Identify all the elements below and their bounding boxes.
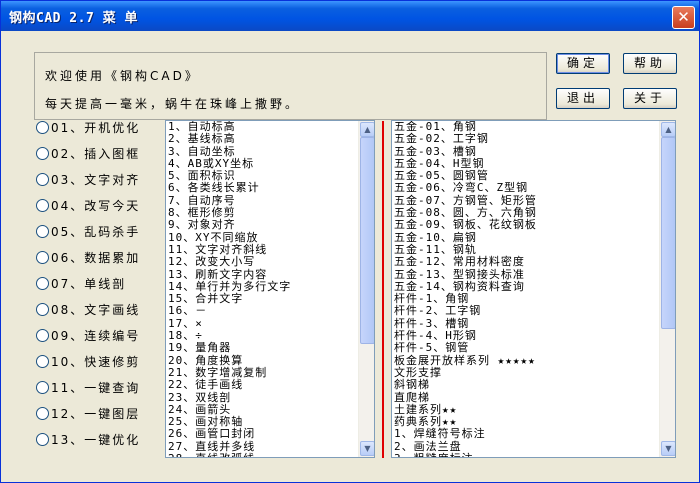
- list-item[interactable]: 五金-09、钢板、花纹钢板: [394, 219, 659, 232]
- radio-option[interactable]: 02、插入图框: [36, 145, 140, 165]
- radio-icon: [36, 355, 49, 368]
- radio-icon: [36, 121, 49, 134]
- drawing-tools-list[interactable]: 1、自动标高 2、基线标高 3、自动坐标 4、AB或XY坐标 5、面积标识 6、各类线长累…: [165, 120, 375, 458]
- list-item[interactable]: 杆件-5、钢管: [394, 342, 659, 355]
- scroll-down-icon[interactable]: ▼: [661, 441, 675, 456]
- scroll-down-icon[interactable]: ▼: [360, 441, 374, 456]
- motto-text: 每天提高一毫米，蜗牛在珠峰上撒野。: [45, 97, 301, 111]
- list-item[interactable]: 1、焊缝符号标注: [394, 428, 659, 441]
- list-item[interactable]: 28、直线改弧线: [168, 452, 358, 457]
- radio-option[interactable]: 06、数据累加: [36, 249, 140, 269]
- radio-icon: [36, 147, 49, 160]
- steel-data-items: 五金-01、角钢 五金-02、工字钢 五金-03、槽钢 五金-04、H型钢 五金-05、…: [394, 121, 659, 457]
- radio-option[interactable]: 05、乱码杀手: [36, 223, 140, 243]
- list-item[interactable]: 五金-02、工字钢: [394, 132, 659, 145]
- list-item[interactable]: 五金-06、冷弯C、Z型钢: [394, 182, 659, 195]
- list-item[interactable]: 五金-13、型钢接头标准: [394, 268, 659, 281]
- divider-line: [382, 121, 384, 458]
- help-button[interactable]: 帮助: [623, 53, 677, 74]
- radio-icon: [36, 433, 49, 446]
- list-item[interactable]: 26、画管口封闭: [168, 428, 358, 441]
- list-item[interactable]: 杆件-2、工字钢: [394, 305, 659, 318]
- list-item[interactable]: 12、改变大小写: [168, 255, 358, 268]
- radio-option[interactable]: 07、单线剖: [36, 275, 126, 295]
- list-item[interactable]: 13、刷新文字内容: [168, 268, 358, 281]
- radio-option[interactable]: 10、快速修剪: [36, 353, 140, 373]
- radio-icon: [36, 407, 49, 420]
- close-icon: ✕: [677, 8, 690, 26]
- radio-icon: [36, 303, 49, 316]
- ok-button[interactable]: 确定: [556, 53, 610, 74]
- scroll-up-icon[interactable]: ▲: [661, 122, 675, 137]
- scroll-up-icon[interactable]: ▲: [360, 122, 374, 137]
- list-item[interactable]: 斜钢梯: [394, 378, 659, 391]
- main-window: 钢构CAD 2.7 菜 单 ✕ 欢迎使用《钢构CAD》 每天提高一毫米，蜗牛在珠…: [0, 0, 700, 483]
- radio-option[interactable]: 13、一键优化: [36, 431, 140, 451]
- list-item[interactable]: 2、基线标高: [168, 132, 358, 145]
- welcome-panel: 欢迎使用《钢构CAD》 每天提高一毫米，蜗牛在珠峰上撒野。: [34, 52, 547, 120]
- list-item[interactable]: 3、粗糙度标注: [394, 452, 659, 457]
- radio-icon: [36, 329, 49, 342]
- scroll-thumb[interactable]: [661, 137, 675, 329]
- radio-icon: [36, 277, 49, 290]
- steel-data-list[interactable]: 五金-01、角钢 五金-02、工字钢 五金-03、槽钢 五金-04、H型钢 五金-05、…: [391, 120, 676, 458]
- list-item[interactable]: 6、各类线长累计: [168, 182, 358, 195]
- list-item[interactable]: 五金-12、常用材料密度: [394, 255, 659, 268]
- radio-option[interactable]: 03、文字对齐: [36, 171, 140, 191]
- radio-icon: [36, 381, 49, 394]
- list-item[interactable]: 22、徒手画线: [168, 378, 358, 391]
- list-item[interactable]: 19、量角器: [168, 342, 358, 355]
- right-list-scrollbar[interactable]: ▲ ▼: [659, 121, 675, 457]
- radio-option[interactable]: 01、开机优化: [36, 119, 140, 139]
- list-item[interactable]: 文形支撑: [394, 366, 659, 379]
- scroll-thumb[interactable]: [360, 137, 374, 344]
- radio-option[interactable]: 11、一键查询: [36, 379, 140, 399]
- window-title: 钢构CAD 2.7 菜 单: [9, 11, 138, 26]
- about-button[interactable]: 关于: [623, 88, 677, 109]
- radio-icon: [36, 251, 49, 264]
- radio-option[interactable]: 12、一键图层: [36, 405, 140, 425]
- title-bar[interactable]: 钢构CAD 2.7 菜 单 ✕: [1, 1, 699, 31]
- list-item[interactable]: 直爬梯: [394, 391, 659, 404]
- list-item[interactable]: 23、双线剖: [168, 391, 358, 404]
- list-item[interactable]: 16、－: [168, 305, 358, 318]
- radio-option[interactable]: 08、文字画线: [36, 301, 140, 321]
- exit-button[interactable]: 退出: [556, 88, 610, 109]
- radio-icon: [36, 199, 49, 212]
- welcome-text: 欢迎使用《钢构CAD》: [45, 69, 200, 83]
- list-item[interactable]: 9、对象对齐: [168, 219, 358, 232]
- radio-icon: [36, 225, 49, 238]
- radio-icon: [36, 173, 49, 186]
- close-button[interactable]: ✕: [672, 6, 695, 29]
- drawing-tools-items: 1、自动标高 2、基线标高 3、自动坐标 4、AB或XY坐标 5、面积标识 6、各类线长累…: [168, 121, 358, 457]
- radio-option[interactable]: 09、连续编号: [36, 327, 140, 347]
- left-list-scrollbar[interactable]: ▲ ▼: [358, 121, 374, 457]
- radio-option[interactable]: 04、改写今天: [36, 197, 140, 217]
